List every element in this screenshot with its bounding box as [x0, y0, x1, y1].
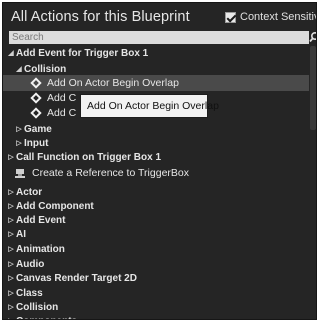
tree-item-label: Collision: [16, 301, 59, 313]
tree-item-label: Input: [24, 137, 49, 149]
collapsed-arrow-icon[interactable]: ▷: [7, 303, 15, 311]
collapsed-arrow-icon[interactable]: ▷: [7, 153, 15, 161]
context-sensitive-label: Context Sensitive: [240, 11, 316, 23]
tree-item-label: Create a Reference to TriggerBox: [32, 167, 189, 179]
tree-item-label: AI: [16, 228, 26, 240]
tree-item-label: Add Event: [16, 214, 66, 226]
collapsed-arrow-icon[interactable]: ▷: [7, 202, 15, 210]
tree-item-label: Add On Actor Begin Overlap: [47, 77, 179, 89]
tree-item-label: Add Event for Trigger Box 1: [16, 47, 149, 59]
tree-category[interactable]: ▷ Call Function on Trigger Box 1: [3, 149, 309, 165]
collapsed-arrow-icon[interactable]: ▷: [7, 216, 15, 224]
tree-item-label: Collision: [24, 63, 67, 75]
collapsed-arrow-icon[interactable]: ▷: [15, 125, 23, 133]
expanded-arrow-icon[interactable]: ◢: [15, 65, 23, 73]
tree-item-label: Actor: [16, 186, 43, 198]
tree-category[interactable]: ▷ Canvas Render Target 2D: [3, 270, 309, 286]
tree-item-label: Class: [16, 287, 43, 299]
panel-title: All Actions for this Blueprint: [11, 9, 190, 25]
collapsed-arrow-icon[interactable]: ▷: [7, 188, 15, 196]
component-reference-icon: [15, 169, 25, 178]
collapsed-arrow-icon[interactable]: ▷: [7, 260, 15, 268]
tree-item-label: Audio: [16, 258, 45, 270]
search-icon[interactable]: [309, 30, 317, 44]
tree-item-label: Add C: [47, 92, 77, 104]
event-diamond-icon: [30, 92, 42, 104]
scrollbar-thumb[interactable]: [310, 46, 316, 130]
tree-item-label: Call Function on Trigger Box 1: [16, 151, 162, 163]
tree-category[interactable]: ▷ Animation: [3, 241, 309, 257]
tree-category[interactable]: ▷Components: [3, 313, 309, 320]
tree-item-label: Components: [16, 316, 77, 320]
search-input[interactable]: [9, 31, 309, 44]
collapsed-arrow-icon[interactable]: ▷: [7, 274, 15, 282]
tooltip-text: Add On Actor Begin Overlap: [87, 100, 219, 112]
collapsed-arrow-icon[interactable]: ▷: [7, 289, 15, 297]
event-diamond-icon: [30, 107, 42, 119]
tree-item-label: Canvas Render Target 2D: [16, 272, 137, 284]
tree-item-label: Animation: [16, 243, 65, 255]
context-sensitive-toggle[interactable]: Context Sensitive ▶: [225, 11, 316, 23]
blueprint-actions-panel: All Actions for this Blueprint Context S…: [2, 2, 317, 320]
tree-action-item[interactable]: Add On Actor Begin Overlap: [3, 75, 309, 91]
tooltip: Add On Actor Begin Overlap: [80, 94, 219, 118]
context-sensitive-checkbox[interactable]: [225, 11, 236, 23]
tree-item-label: Add C: [47, 107, 77, 119]
expanded-arrow-icon[interactable]: ◢: [7, 49, 15, 57]
collapsed-arrow-icon[interactable]: ▷: [15, 139, 23, 147]
collapsed-arrow-icon[interactable]: ▷: [7, 230, 15, 238]
collapsed-arrow-icon[interactable]: ▷: [7, 317, 15, 319]
tree-item-label: Game: [24, 123, 52, 135]
tree-category[interactable]: ▷ AI: [3, 226, 309, 242]
event-diamond-icon: [30, 77, 42, 89]
tree-category[interactable]: ◢ Add Event for Trigger Box 1: [3, 45, 309, 61]
action-tree: ◢ Add Event for Trigger Box 1 ◢ Collision Ad…: [3, 45, 309, 320]
tree-reference-item[interactable]: Create a Reference to TriggerBox: [3, 165, 309, 181]
collapsed-arrow-icon[interactable]: ▷: [7, 245, 15, 253]
tree-item-label: Add Component: [16, 200, 94, 212]
